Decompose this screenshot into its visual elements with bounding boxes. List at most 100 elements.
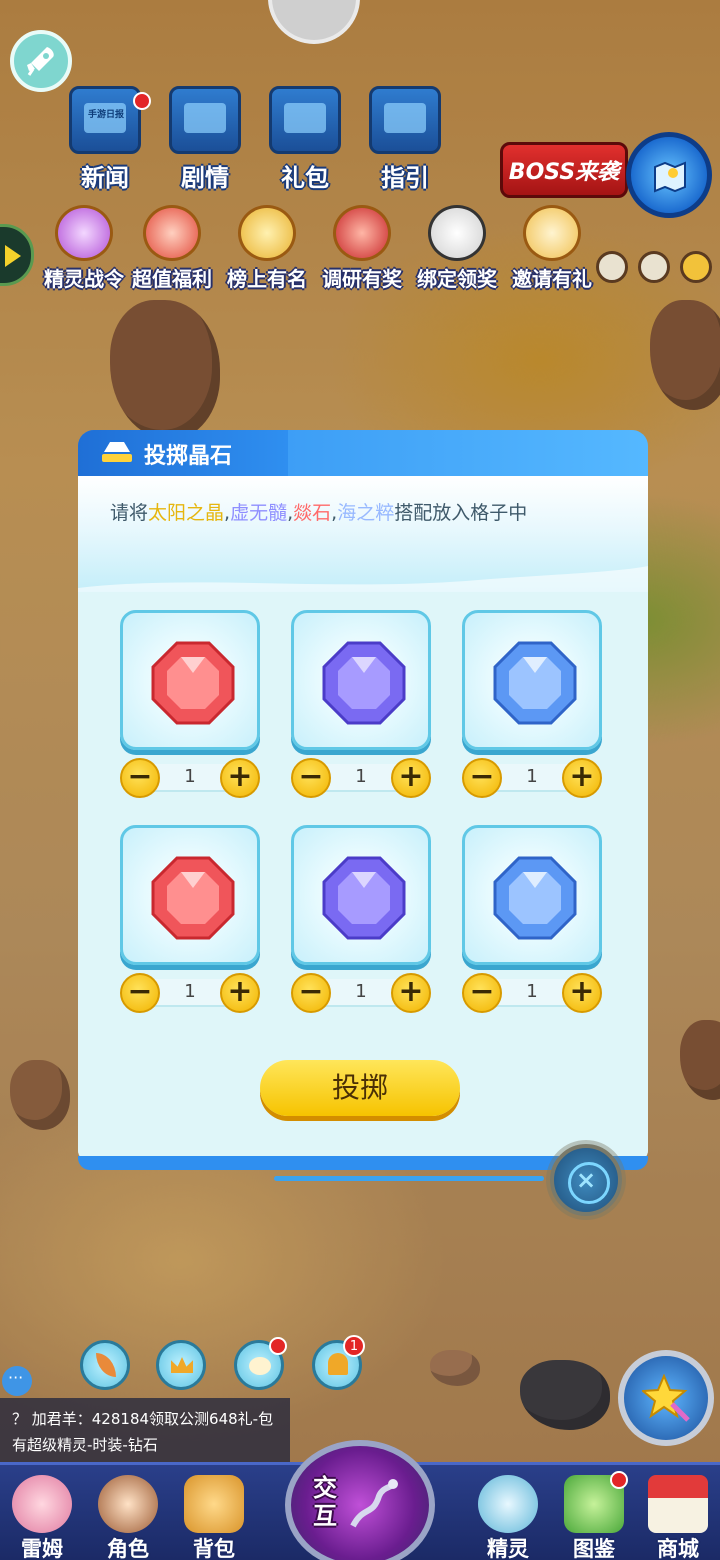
activity-bind-reward[interactable]: 绑定领奖 (415, 205, 499, 293)
top-menu-story[interactable]: 剧情 (155, 86, 255, 196)
mute-music-button[interactable] (596, 251, 628, 283)
dialog-header: 投掷晶石 (78, 430, 648, 476)
mute-sound-button[interactable] (638, 251, 670, 283)
leimu-icon (12, 1475, 72, 1533)
activity-label: 超值福利 (132, 267, 212, 291)
trophy-icon (238, 205, 296, 261)
notification-dot (269, 1337, 287, 1355)
crown-button[interactable] (156, 1340, 206, 1390)
top-menu-news[interactable]: 手游日报 新闻 (55, 86, 155, 196)
top-menu-label: 指引 (381, 164, 429, 192)
activity-survey[interactable]: 调研有奖 (320, 205, 404, 293)
instruction-suffix: 搭配放入格子中 (394, 502, 528, 524)
star-wand-button[interactable] (618, 1350, 714, 1446)
gem-cell: − 1 + (462, 825, 602, 1013)
gem-slot[interactable] (291, 825, 431, 965)
gem-cell: − 1 + (120, 825, 260, 1013)
news-screen-text: 手游日报 (88, 110, 125, 120)
cat-button[interactable] (234, 1337, 287, 1390)
gift-box-icon (143, 205, 201, 261)
spirit-icon (478, 1475, 538, 1533)
minus-button[interactable]: − (462, 973, 502, 1013)
quantity-value: 1 (184, 766, 196, 787)
activity-invite[interactable]: 邀请有礼 (510, 205, 594, 293)
leaf-icon (96, 1353, 116, 1377)
throw-button[interactable]: 投掷 (260, 1060, 460, 1116)
top-menu: 手游日报 新闻 剧情 礼包 指引 (55, 86, 455, 196)
gem-grid: − 1 + − 1 + − 1 + − 1 + − 1 + − 1 + 投掷 (78, 592, 648, 1162)
plus-button[interactable]: + (220, 758, 260, 798)
backpack-icon (184, 1475, 244, 1533)
throw-crystal-dialog: 投掷晶石 请将太阳之晶,虚无髓,燚石,海之粹搭配放入格子中 − 1 + − 1 … (78, 430, 648, 1181)
gem-slot[interactable] (462, 825, 602, 965)
nav-label: 商城 (657, 1537, 699, 1560)
gem-slot[interactable] (291, 610, 431, 750)
gem-cell: − 1 + (462, 610, 602, 798)
minus-button[interactable]: − (291, 758, 331, 798)
plus-button[interactable]: + (562, 758, 602, 798)
plus-button[interactable]: + (391, 973, 431, 1013)
activity-label: 精灵战令 (44, 267, 124, 291)
bell-icon (328, 1353, 348, 1375)
gem-cell: − 1 + (120, 610, 260, 798)
top-menu-gift[interactable]: 礼包 (255, 86, 355, 196)
instruction-prefix: 请将 (110, 502, 149, 524)
activity-battle-pass[interactable]: 精灵战令 (36, 205, 132, 293)
top-menu-guide[interactable]: 指引 (355, 86, 455, 196)
top-menu-label: 剧情 (181, 164, 229, 192)
instruction-text: 请将太阳之晶,虚无髓,燚石,海之粹搭配放入格子中 (110, 498, 527, 525)
chat-message: 有超级精灵-时装-钻石 (12, 1436, 158, 1454)
close-icon: × (575, 1166, 597, 1194)
chat-message: ？ 加君羊：428184领取公测648礼-包 (12, 1410, 274, 1428)
blue-gem-icon (493, 641, 577, 725)
notification-dot (610, 1471, 628, 1489)
plus-button[interactable]: + (562, 973, 602, 1013)
minus-button[interactable]: − (291, 973, 331, 1013)
nav-item-leimu[interactable]: 雷姆 (0, 1471, 84, 1560)
battle-pass-icon (55, 205, 113, 261)
nav-item-codex[interactable]: 图鉴 (552, 1471, 636, 1560)
minus-button[interactable]: − (462, 758, 502, 798)
gem-slot[interactable] (462, 610, 602, 750)
nav-item-backpack[interactable]: 背包 (172, 1471, 256, 1560)
interact-icon (350, 1479, 398, 1528)
purple-gem-icon (322, 856, 406, 940)
collapse-menu-button[interactable] (680, 251, 712, 283)
nav-item-character[interactable]: 角色 (86, 1471, 170, 1560)
survey-chest-icon (333, 205, 391, 261)
activity-leaderboard[interactable]: 榜上有名 (225, 205, 309, 293)
gem-slot[interactable] (120, 825, 260, 965)
plus-button[interactable]: + (220, 973, 260, 1013)
instruction-panel: 请将太阳之晶,虚无髓,燚石,海之粹搭配放入格子中 (78, 476, 648, 596)
gem-cell: − 1 + (291, 610, 431, 798)
activity-value-welfare[interactable]: 超值福利 (130, 205, 214, 293)
notification-dot (133, 92, 151, 110)
character-icon (98, 1475, 158, 1533)
activity-label: 绑定领奖 (417, 267, 497, 291)
gem-cell: − 1 + (291, 825, 431, 1013)
blue-gem-icon (493, 856, 577, 940)
nav-label: 精灵 (487, 1537, 529, 1560)
nav-label: 雷姆 (21, 1537, 63, 1560)
boss-incoming-button[interactable]: BOSS来袭 (500, 142, 628, 198)
leaf-button[interactable] (80, 1340, 130, 1390)
minus-button[interactable]: − (120, 973, 160, 1013)
rocket-button[interactable] (10, 30, 72, 92)
nav-label: 图鉴 (573, 1537, 615, 1560)
gem-slot[interactable] (120, 610, 260, 750)
chat-panel[interactable]: ？ 加君羊：428184领取公测648礼-包 有超级精灵-时装-钻石 (0, 1398, 290, 1462)
activity-label: 调研有奖 (322, 267, 402, 291)
quantity-value: 1 (355, 766, 367, 787)
bell-button[interactable]: 1 (312, 1335, 365, 1390)
chat-bubble-icon[interactable] (2, 1366, 32, 1396)
nav-item-shop[interactable]: 商城 (636, 1471, 720, 1560)
nav-item-interact[interactable]: 交互 (285, 1440, 435, 1560)
gift-chest-icon (269, 86, 341, 154)
close-dialog-button[interactable]: × (550, 1144, 622, 1216)
map-icon (654, 161, 686, 193)
plus-button[interactable]: + (391, 758, 431, 798)
activity-label: 榜上有名 (227, 267, 307, 291)
quantity-value: 1 (355, 981, 367, 1002)
nav-item-spirit[interactable]: 精灵 (466, 1471, 550, 1560)
minus-button[interactable]: − (120, 758, 160, 798)
